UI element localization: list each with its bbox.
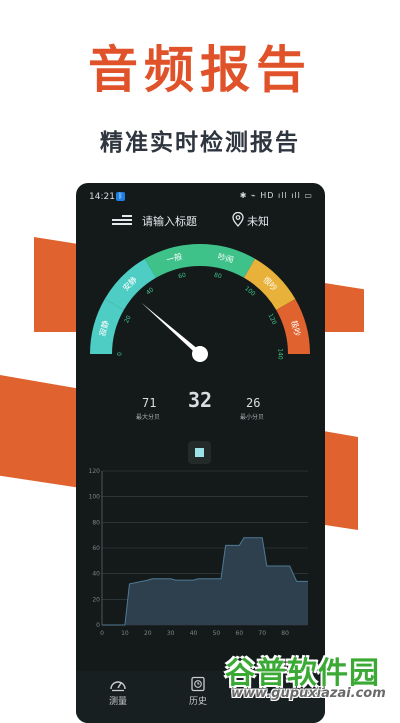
chart-x-tick: 60 (236, 630, 244, 637)
location-label[interactable]: 未知 (247, 213, 269, 229)
chart-y-tick: 60 (92, 545, 100, 552)
min-decibel-value: 26 (246, 396, 261, 410)
gauge-tick-label: 60 (178, 272, 187, 281)
bluetooth-badge-icon: ᛒ (116, 192, 125, 201)
chart-x-tick: 30 (167, 630, 175, 637)
title-input[interactable]: 请输入标题 (142, 213, 197, 229)
chart-x-tick: 0 (100, 630, 104, 637)
stop-icon (195, 448, 204, 457)
gauge-tick-label: 140 (277, 348, 284, 360)
decibel-history-chart: 0 20 40 60 80 100 120 0 10 20 30 40 50 60 70 80 (89, 468, 308, 637)
current-decibel-value: 32 (188, 388, 213, 412)
gauge-tick-label: 0 (117, 352, 124, 356)
watermark-url: www.gupuxiazai.com (231, 686, 386, 701)
gauge-needle (141, 302, 202, 356)
status-bar: 14:21 ᛒ ✱ ⌁ HD ıll ıll ▭ (76, 183, 325, 209)
menu-icon[interactable] (112, 214, 132, 226)
gauge-tick-label: 100 (243, 285, 256, 298)
gauge-tick-label: 20 (123, 314, 133, 324)
chart-x-tick: 40 (190, 630, 198, 637)
chart-x-tick: 70 (258, 630, 266, 637)
chart-y-tick: 20 (92, 596, 100, 603)
tab-measure[interactable]: 测量 (88, 676, 148, 707)
max-decibel-label: 最大分贝 (136, 414, 161, 421)
chart-y-tick: 40 (92, 571, 100, 578)
status-time: 14:21 (89, 192, 115, 202)
promo-title: 音频报告 (88, 41, 312, 99)
chart-x-tick: 50 (213, 630, 221, 637)
chart-area (102, 537, 308, 625)
history-icon (191, 676, 205, 692)
chart-x-tick: 20 (144, 630, 152, 637)
decibel-gauge: 寂静安静一般 吵闹很吵极吵0204060 80100120140 (90, 244, 310, 362)
stop-button[interactable] (188, 441, 211, 464)
status-icons: ✱ ⌁ HD ıll ıll ▭ (239, 191, 313, 200)
promo-subtitle: 精准实时检测报告 (100, 130, 300, 156)
tab-history-label: 历史 (188, 697, 207, 707)
gauge-tick-label: 120 (266, 313, 277, 327)
chart-y-tick: 100 (89, 494, 101, 501)
gauge-needle-hub (192, 346, 208, 362)
app-bar: 请输入标题 未知 (76, 209, 325, 231)
tab-measure-label: 测量 (108, 697, 127, 707)
phone-screen: 14:21 ᛒ ✱ ⌁ HD ıll ıll ▭ 请输入标题 未知 寂静 安静 一般… (76, 183, 325, 723)
chart-y-tick: 0 (96, 622, 100, 629)
gauge-tick-label: 80 (213, 272, 222, 281)
tab-history[interactable]: 历史 (168, 676, 228, 707)
min-decibel-label: 最小分贝 (240, 414, 265, 421)
location-pin-icon[interactable] (232, 212, 244, 227)
chart-y-tick: 80 (92, 519, 100, 526)
watermark: 谷普软件园 www.gupuxiazai.com (225, 648, 400, 711)
max-decibel-value: 71 (142, 396, 157, 410)
chart-x-tick: 10 (121, 630, 129, 637)
chart-y-tick: 120 (89, 468, 101, 475)
gauge-tick-label: 40 (145, 286, 155, 296)
chart-x-tick: 80 (281, 630, 289, 637)
gauge-icon (110, 681, 126, 692)
